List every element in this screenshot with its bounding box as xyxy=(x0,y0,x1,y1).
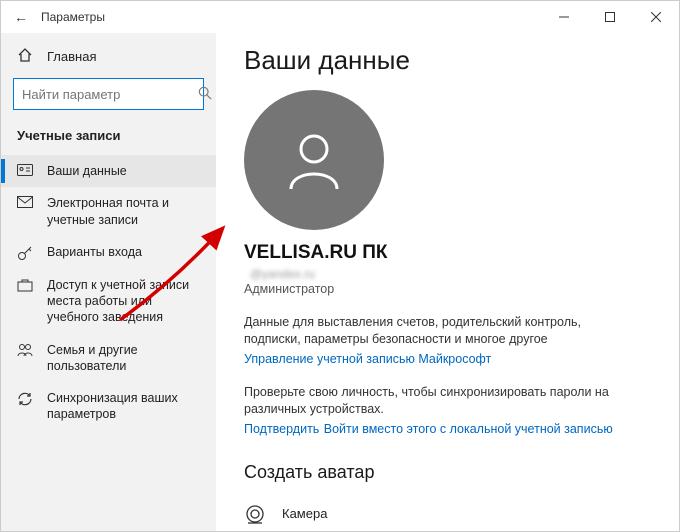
sidebar-item-your-info[interactable]: Ваши данные xyxy=(1,155,216,187)
titlebar: ← Параметры xyxy=(1,1,679,33)
briefcase-icon xyxy=(17,278,33,292)
sidebar: Главная Учетные записи Ваши данные xyxy=(1,33,216,531)
sidebar-item-family[interactable]: Семья и другие пользователи xyxy=(1,334,216,383)
settings-window: ← Параметры Главная xyxy=(0,0,680,532)
sidebar-item-label: Доступ к учетной записи места работы или… xyxy=(47,277,200,326)
close-icon xyxy=(651,12,661,22)
local-account-link[interactable]: Войти вместо этого с локальной учетной з… xyxy=(324,422,613,436)
camera-label: Камера xyxy=(282,506,327,521)
sidebar-item-label: Электронная почта и учетные записи xyxy=(47,195,200,228)
key-icon xyxy=(17,245,33,261)
account-role: Администратор xyxy=(244,282,651,296)
maximize-icon xyxy=(605,12,615,22)
sidebar-item-label: Семья и другие пользователи xyxy=(47,342,200,375)
home-icon xyxy=(17,47,33,66)
sidebar-item-label: Ваши данные xyxy=(47,163,127,179)
camera-icon xyxy=(244,503,266,525)
verify-text: Проверьте свою личность, чтобы синхрониз… xyxy=(244,384,614,418)
sidebar-item-email[interactable]: Электронная почта и учетные записи xyxy=(1,187,216,236)
billing-text: Данные для выставления счетов, родительс… xyxy=(244,314,614,348)
manage-account-link[interactable]: Управление учетной записью Майкрософт xyxy=(244,352,491,366)
people-icon xyxy=(17,343,33,357)
account-name: VELLISA.RU ПК xyxy=(244,242,651,264)
account-email: @yandex.ru xyxy=(250,267,651,281)
minimize-button[interactable] xyxy=(541,1,587,33)
avatar xyxy=(244,90,384,230)
main-content: Ваши данные VELLISA.RU ПК @yandex.ru Адм… xyxy=(216,33,679,531)
home-link[interactable]: Главная xyxy=(1,41,216,72)
search-box[interactable] xyxy=(13,78,204,110)
sidebar-item-label: Варианты входа xyxy=(47,244,142,260)
id-card-icon xyxy=(17,164,33,176)
page-title: Ваши данные xyxy=(244,45,651,76)
close-button[interactable] xyxy=(633,1,679,33)
sidebar-item-label: Синхронизация ваших параметров xyxy=(47,390,200,423)
avatar-heading: Создать аватар xyxy=(244,462,651,483)
section-heading: Учетные записи xyxy=(1,122,216,155)
person-icon xyxy=(279,125,349,195)
back-button[interactable]: ← xyxy=(5,9,37,25)
home-label: Главная xyxy=(47,49,96,64)
search-input[interactable] xyxy=(22,87,198,102)
window-title: Параметры xyxy=(37,10,105,24)
sidebar-item-signin[interactable]: Варианты входа xyxy=(1,236,216,269)
mail-icon xyxy=(17,196,33,208)
verify-link[interactable]: Подтвердить xyxy=(244,422,319,436)
maximize-button[interactable] xyxy=(587,1,633,33)
sidebar-item-sync[interactable]: Синхронизация ваших параметров xyxy=(1,382,216,431)
minimize-icon xyxy=(559,12,569,22)
sidebar-item-work[interactable]: Доступ к учетной записи места работы или… xyxy=(1,269,216,334)
sync-icon xyxy=(17,391,33,407)
search-icon xyxy=(198,86,212,103)
camera-option[interactable]: Камера xyxy=(244,497,651,531)
browse-option[interactable]: Выберите один элемент xyxy=(244,531,651,532)
